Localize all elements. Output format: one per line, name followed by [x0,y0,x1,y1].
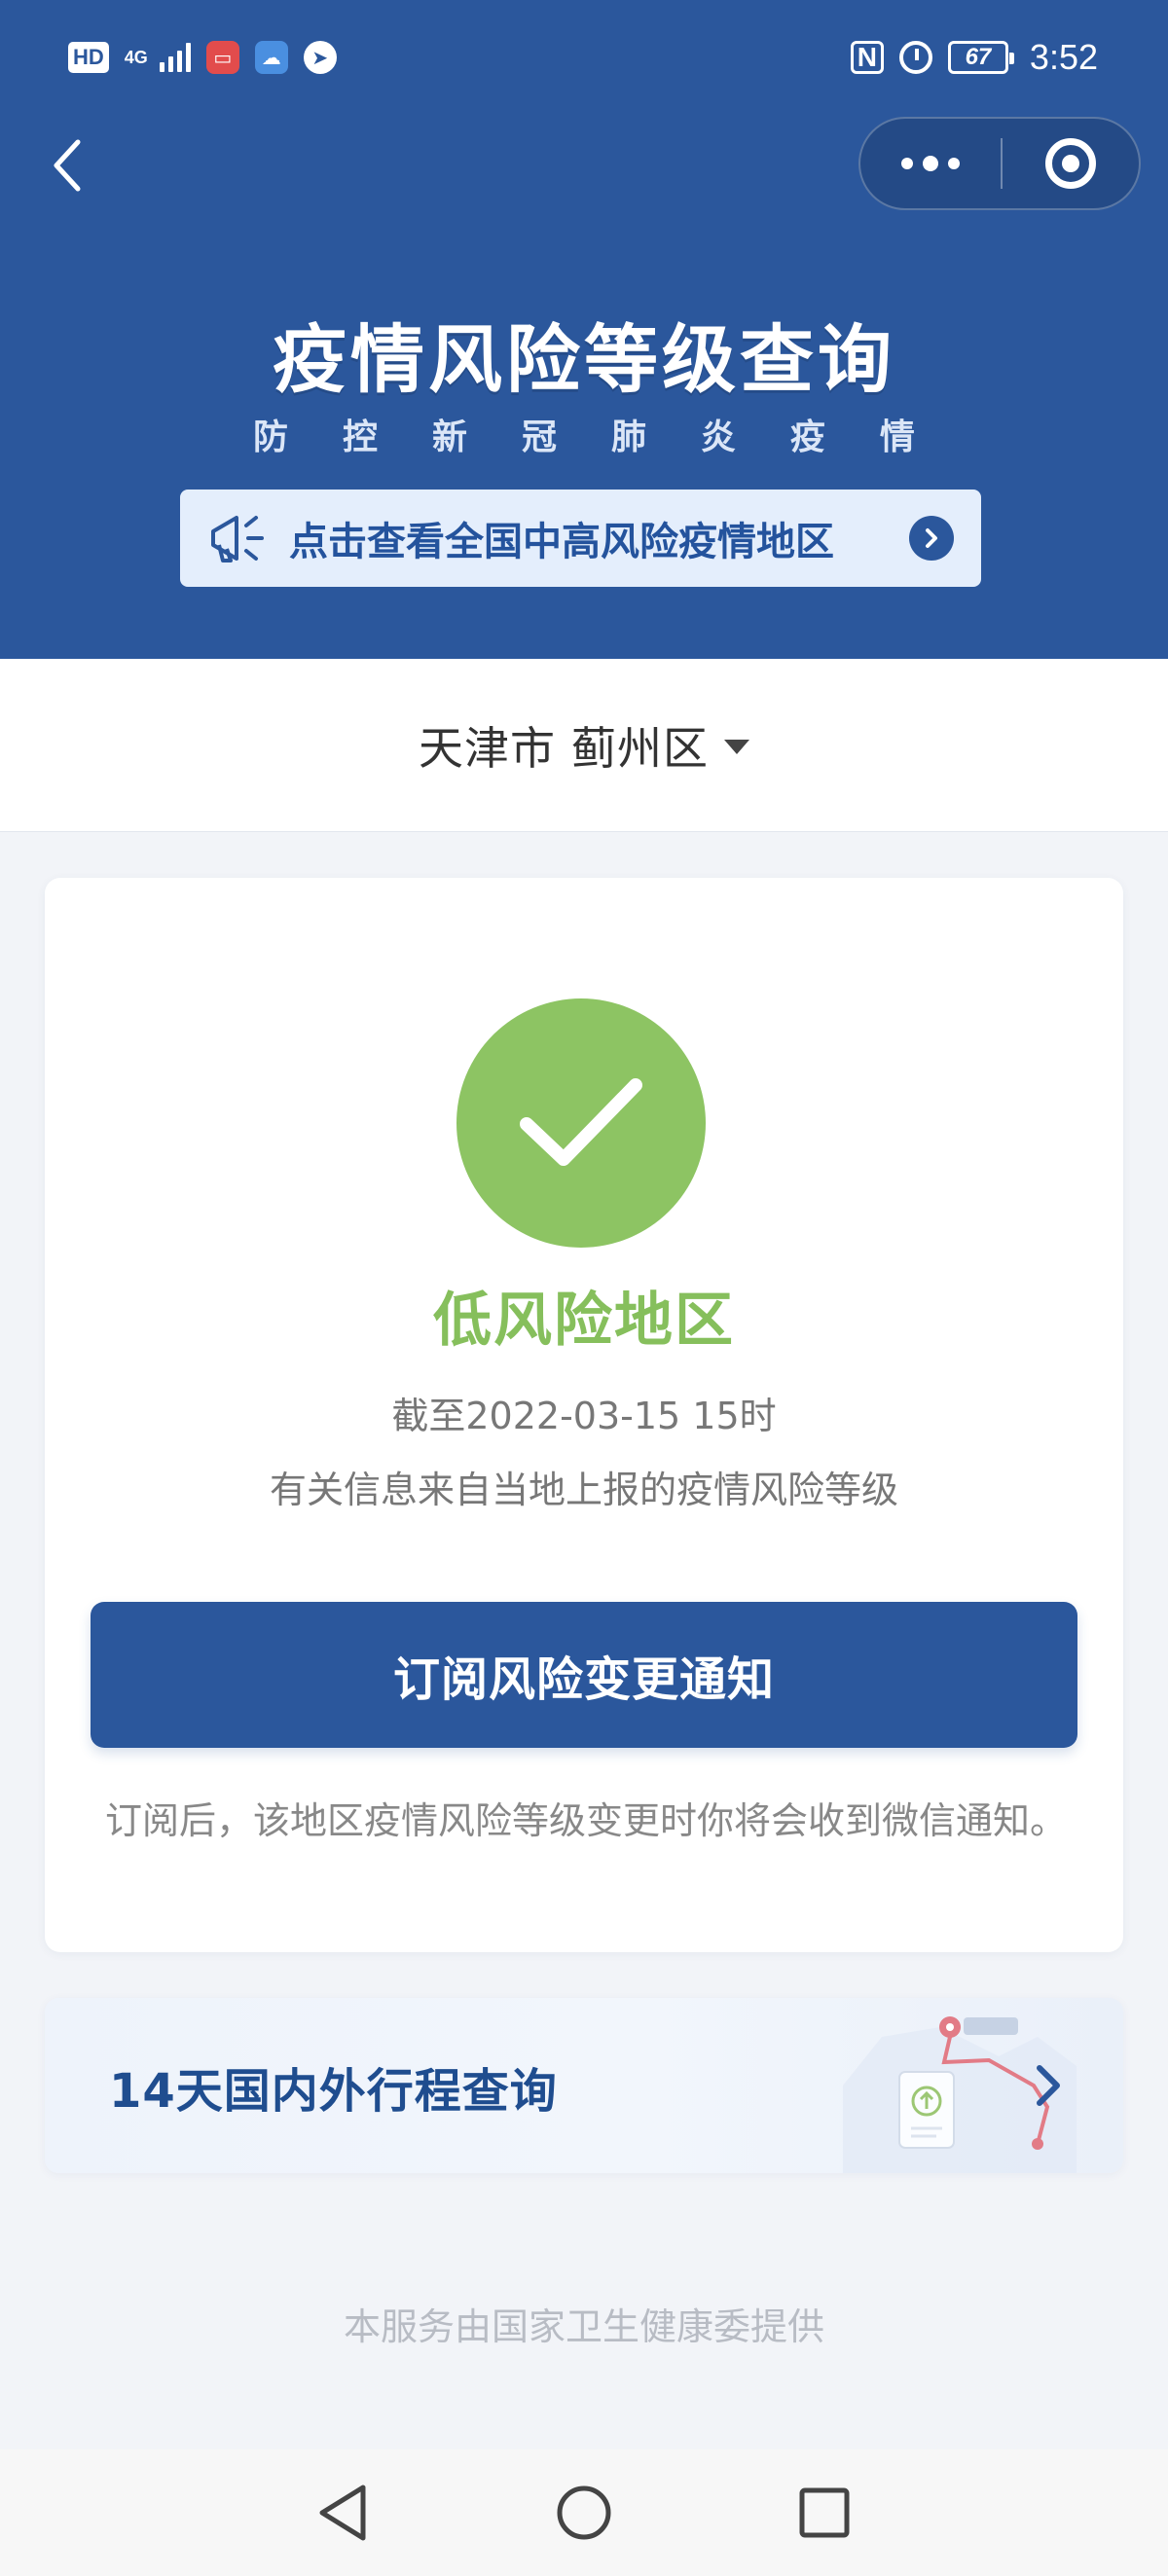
page-title: 疫情风险等级查询 [273,316,895,403]
status-bar: HD 4G ▭ ☁ ➤ N 67 3:52 [0,0,1168,115]
more-button[interactable] [860,119,1001,208]
more-dot-right [948,158,960,169]
notice-text: 点击查看全国中高风险疫情地区 [289,520,834,564]
location-city: 天津市 [419,721,556,775]
clock: 3:52 [1029,37,1098,77]
triangle-back-icon [319,2485,366,2541]
travel-history-card[interactable]: 14天国内外行程查询 [45,1998,1123,2173]
high-risk-areas-link[interactable]: 点击查看全国中高风险疫情地区 [180,490,981,587]
more-dot-center [923,156,938,171]
megaphone-icon [211,516,264,562]
square-recents-icon [799,2487,850,2538]
signal-icon [159,43,191,72]
hd-icon: HD [68,42,109,73]
subscribe-button[interactable]: 订阅风险变更通知 [91,1602,1077,1748]
subtitle-char: 肺 [610,417,646,457]
subscribe-note: 订阅后，该地区疫情风险等级变更时你将会收到微信通知。 [105,1799,1068,1842]
network-type: 4G [124,48,148,67]
header: HD 4G ▭ ☁ ➤ N 67 3:52 疫情风险等级查询 防 控 新 冠 肺… [0,0,1168,659]
alarm-icon [898,41,932,74]
close-button[interactable] [1003,119,1139,208]
battery-icon: 67 [947,41,1014,74]
nav-home-button[interactable] [545,2474,623,2552]
more-dots-icon [901,158,913,169]
subtitle-char: 新 [431,417,467,457]
chevron-left-icon [54,139,81,192]
location-app-icon: ➤ [303,41,337,74]
system-nav-bar [0,2449,1168,2576]
check-icon [520,1078,642,1166]
weather-app-icon: ☁ [254,41,288,74]
status-right: N 67 3:52 [850,37,1098,78]
nav-back-button[interactable] [305,2474,383,2552]
circle-home-icon [557,2485,611,2540]
subtitle-char: 冠 [521,417,557,457]
subtitle-char: 防 [253,417,289,457]
risk-level: 低风险地区 [433,1287,735,1355]
update-time: 截至2022-03-15 15时 [391,1395,777,1437]
caret-down-icon [724,740,749,754]
risk-status-badge [456,998,706,1248]
back-button[interactable] [43,136,91,195]
miniprogram-close-icon [1045,138,1096,189]
location-district: 蓟州区 [571,721,709,775]
nav-recents-button[interactable] [785,2474,863,2552]
location-selector[interactable]: 天津市 蓟州区 [0,659,1168,832]
chevron-right-icon [1037,2065,1060,2106]
travel-history-title: 14天国内外行程查询 [109,2064,558,2119]
data-source: 有关信息来自当地上报的疫情风险等级 [269,1469,898,1511]
provider-note: 本服务由国家卫生健康委提供 [343,2305,824,2348]
subtitle-char: 情 [879,417,915,457]
page-subtitle: 防 控 新 冠 肺 炎 疫 情 [253,409,915,459]
subtitle-char: 炎 [700,417,736,457]
nfc-icon: N [850,41,884,74]
chevron-right-circle-icon [909,516,954,561]
miniprogram-capsule [858,117,1141,210]
book-app-icon: ▭ [205,41,239,74]
status-left: HD 4G ▭ ☁ ➤ [68,41,337,74]
subtitle-char: 疫 [789,417,825,457]
risk-card: 低风险地区 截至2022-03-15 15时 有关信息来自当地上报的疫情风险等级… [45,878,1123,1952]
subtitle-char: 控 [342,417,378,457]
